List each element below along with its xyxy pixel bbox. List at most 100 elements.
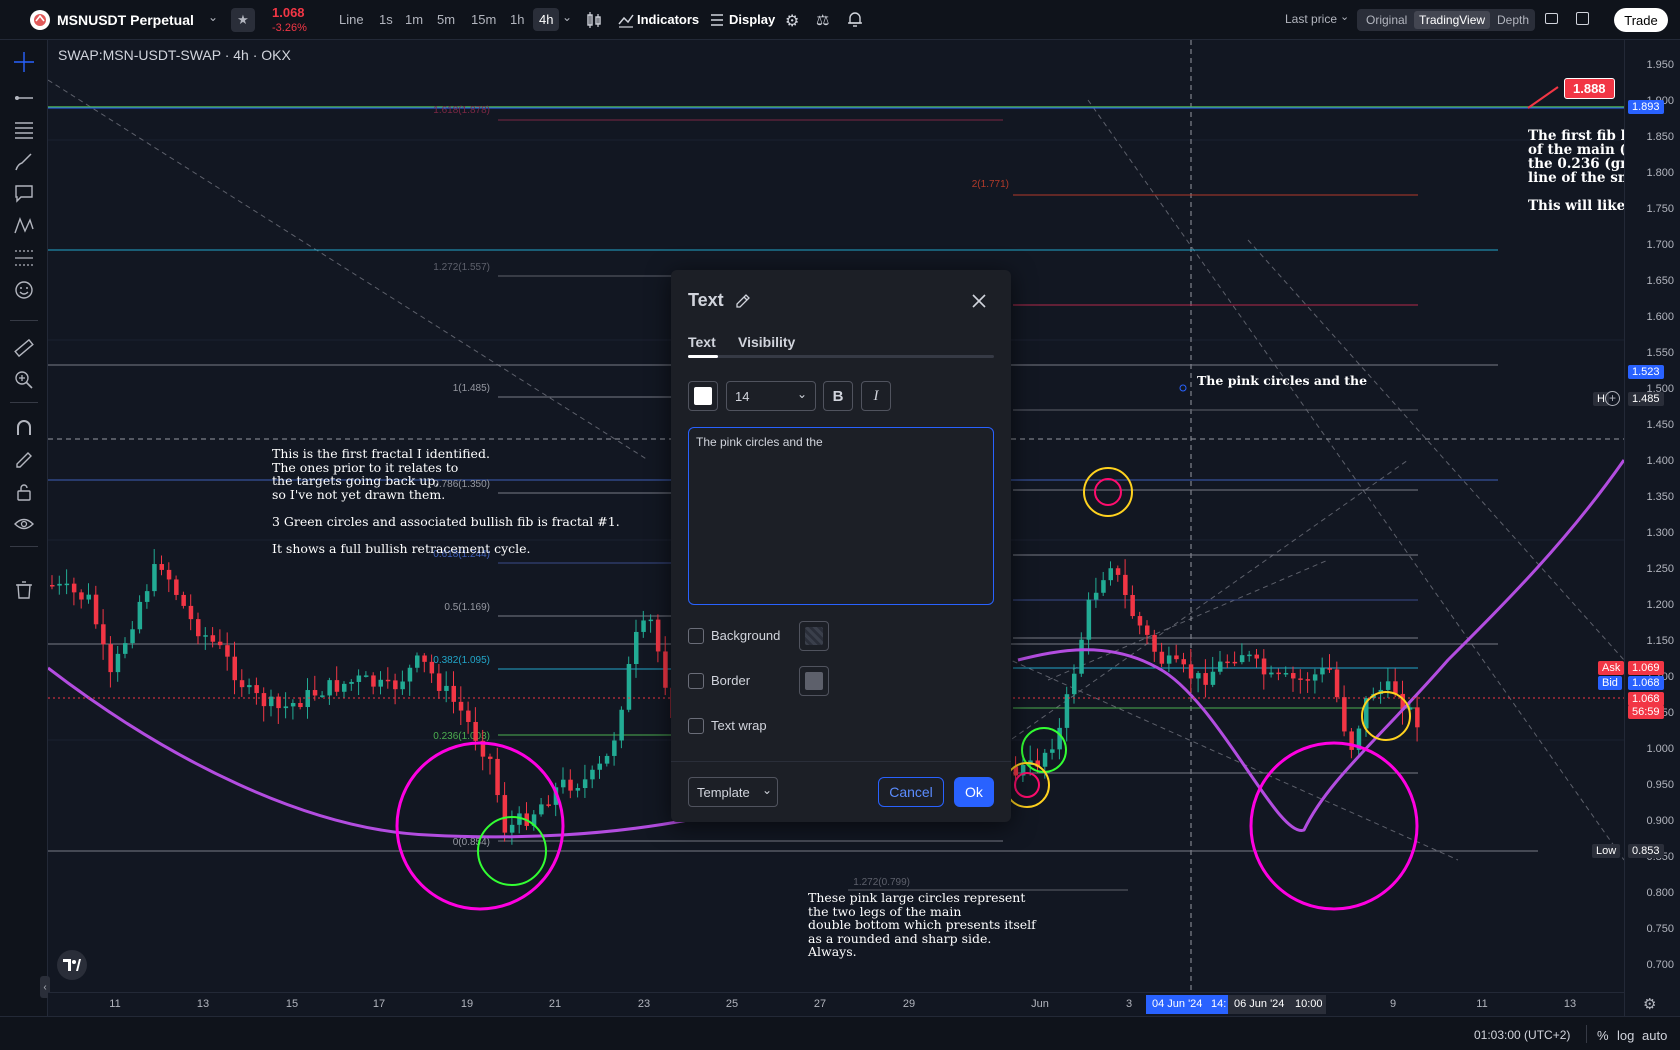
- background-color-swatch[interactable]: [799, 621, 829, 651]
- note-pink-circles[interactable]: These pink large circles represent the t…: [808, 891, 1036, 959]
- ask-label: Ask: [1598, 661, 1625, 675]
- close-icon[interactable]: [970, 292, 988, 315]
- note-right[interactable]: The first fib lir of the main (la the 0.…: [1528, 129, 1624, 213]
- time-label: 11: [1476, 998, 1488, 1010]
- zoom-in-icon[interactable]: [12, 368, 36, 392]
- interval-4h[interactable]: 4h: [533, 8, 560, 31]
- balance-scale-icon[interactable]: ⚖: [816, 11, 829, 29]
- auto-toggle[interactable]: auto: [1642, 1028, 1667, 1043]
- last-price-chevron-icon[interactable]: ⌄: [1340, 10, 1349, 23]
- interval-1h[interactable]: 1h: [510, 12, 524, 27]
- callout-icon[interactable]: [12, 182, 36, 206]
- fib-icon[interactable]: [12, 246, 36, 270]
- display-icon[interactable]: [710, 13, 724, 32]
- candle-body: [108, 644, 113, 673]
- alert-bell-icon[interactable]: [847, 10, 863, 33]
- favorite-star-icon[interactable]: ★: [231, 8, 255, 32]
- price-scale[interactable]: 1.950 1.900 1.850 1.800 1.750 1.700 1.65…: [1624, 40, 1680, 1016]
- candle-body: [626, 663, 632, 710]
- interval-chevron-icon[interactable]: ⌄: [562, 10, 572, 24]
- fib-label-0: 0(0.854): [453, 837, 490, 848]
- interval-line[interactable]: Line: [339, 12, 364, 27]
- chevron-down-icon[interactable]: ⌄: [208, 10, 218, 24]
- interval-15m[interactable]: 15m: [471, 12, 496, 27]
- tab-track: [688, 355, 994, 358]
- bold-toggle[interactable]: B: [823, 381, 853, 411]
- time-label: 15: [285, 998, 299, 1010]
- screenshot-icon[interactable]: [1576, 12, 1589, 25]
- border-color-swatch[interactable]: [799, 666, 829, 696]
- view-tradingview[interactable]: TradingView: [1414, 11, 1491, 29]
- brush-icon[interactable]: [12, 150, 36, 174]
- interval-1m[interactable]: 1m: [405, 12, 423, 27]
- lock-pencil-icon[interactable]: [12, 448, 36, 472]
- toolbar-divider: [10, 546, 38, 547]
- candle-body: [342, 683, 347, 692]
- pattern-icon[interactable]: [12, 214, 36, 238]
- alert-price-tag[interactable]: 1.888: [1564, 78, 1615, 99]
- price-label: 1.750: [1646, 203, 1674, 215]
- add-plus-icon[interactable]: +: [1605, 391, 1620, 406]
- window-icon[interactable]: [1545, 13, 1558, 24]
- time-scale[interactable]: 11 13 15 17 19 21 23 25 27 29 Jun 3 9 11…: [48, 992, 1656, 1016]
- candle-body: [123, 643, 128, 654]
- tab-text[interactable]: Text: [688, 334, 716, 350]
- percent-toggle[interactable]: %: [1597, 1028, 1609, 1043]
- template-select[interactable]: Template ⌄: [688, 777, 778, 807]
- text-input-area[interactable]: The pink circles and the: [688, 427, 994, 605]
- last-price-tag: 1.068: [1628, 692, 1664, 706]
- chevron-down-icon: ⌄: [762, 783, 773, 797]
- lock-icon[interactable]: [12, 480, 36, 504]
- ok-button[interactable]: Ok: [954, 777, 994, 807]
- font-size-value: 14: [735, 389, 750, 404]
- indicators-button[interactable]: Indicators: [637, 12, 699, 27]
- tab-visibility[interactable]: Visibility: [738, 334, 795, 350]
- time-label: 13: [196, 998, 210, 1010]
- trend-line-icon[interactable]: [12, 86, 36, 110]
- tradingview-logo-icon[interactable]: [57, 950, 87, 980]
- text-color-swatch[interactable]: [688, 381, 718, 411]
- candle-body: [334, 680, 340, 692]
- interval-1s[interactable]: 1s: [379, 12, 393, 27]
- pink-large-circle-left: [395, 741, 565, 911]
- cancel-button[interactable]: Cancel: [878, 777, 944, 807]
- horizontal-lines-icon[interactable]: [12, 118, 36, 142]
- crosshair-icon[interactable]: [12, 50, 36, 74]
- text-wrap-checkbox[interactable]: [688, 718, 704, 734]
- time-label: 17: [372, 998, 386, 1010]
- border-checkbox[interactable]: [688, 673, 704, 689]
- trash-icon[interactable]: [12, 578, 36, 602]
- view-original[interactable]: Original: [1366, 13, 1407, 27]
- ruler-icon[interactable]: [12, 336, 36, 360]
- indicators-icon[interactable]: [618, 12, 634, 33]
- candle-body: [1269, 672, 1274, 675]
- view-depth[interactable]: Depth: [1497, 13, 1529, 27]
- italic-toggle[interactable]: I: [861, 381, 891, 411]
- candle-body: [64, 583, 70, 586]
- candle-body: [356, 675, 362, 682]
- trade-button[interactable]: Trade: [1614, 8, 1668, 32]
- scale-settings-gear-icon[interactable]: ⚙: [1643, 995, 1656, 1013]
- candle-body: [1152, 634, 1157, 652]
- magnet-icon[interactable]: [12, 416, 36, 440]
- candle-body: [575, 788, 581, 791]
- candle-body: [1072, 673, 1077, 695]
- time-label: 11: [109, 998, 121, 1010]
- background-checkbox[interactable]: [688, 628, 704, 644]
- emoji-icon[interactable]: [12, 278, 36, 302]
- anchor-point[interactable]: [1179, 384, 1187, 392]
- note-preview[interactable]: The pink circles and the: [1197, 374, 1367, 388]
- rename-pencil-icon[interactable]: [734, 292, 752, 315]
- interval-5m[interactable]: 5m: [437, 12, 455, 27]
- candle-type-icon[interactable]: [586, 11, 602, 34]
- symbol-name[interactable]: MSNUSDT Perpetual: [57, 12, 194, 28]
- font-size-select[interactable]: 14 ⌄: [726, 381, 816, 411]
- note-fractal[interactable]: This is the first fractal I identified. …: [272, 447, 620, 555]
- eye-icon[interactable]: [12, 512, 36, 536]
- settings-gear-icon[interactable]: ⚙: [785, 11, 799, 31]
- price-label: 1.000: [1646, 743, 1674, 755]
- last-price-select[interactable]: Last price: [1285, 12, 1337, 26]
- display-button[interactable]: Display: [729, 12, 775, 27]
- log-toggle[interactable]: log: [1617, 1028, 1634, 1043]
- text-input-value: The pink circles and the: [696, 435, 823, 449]
